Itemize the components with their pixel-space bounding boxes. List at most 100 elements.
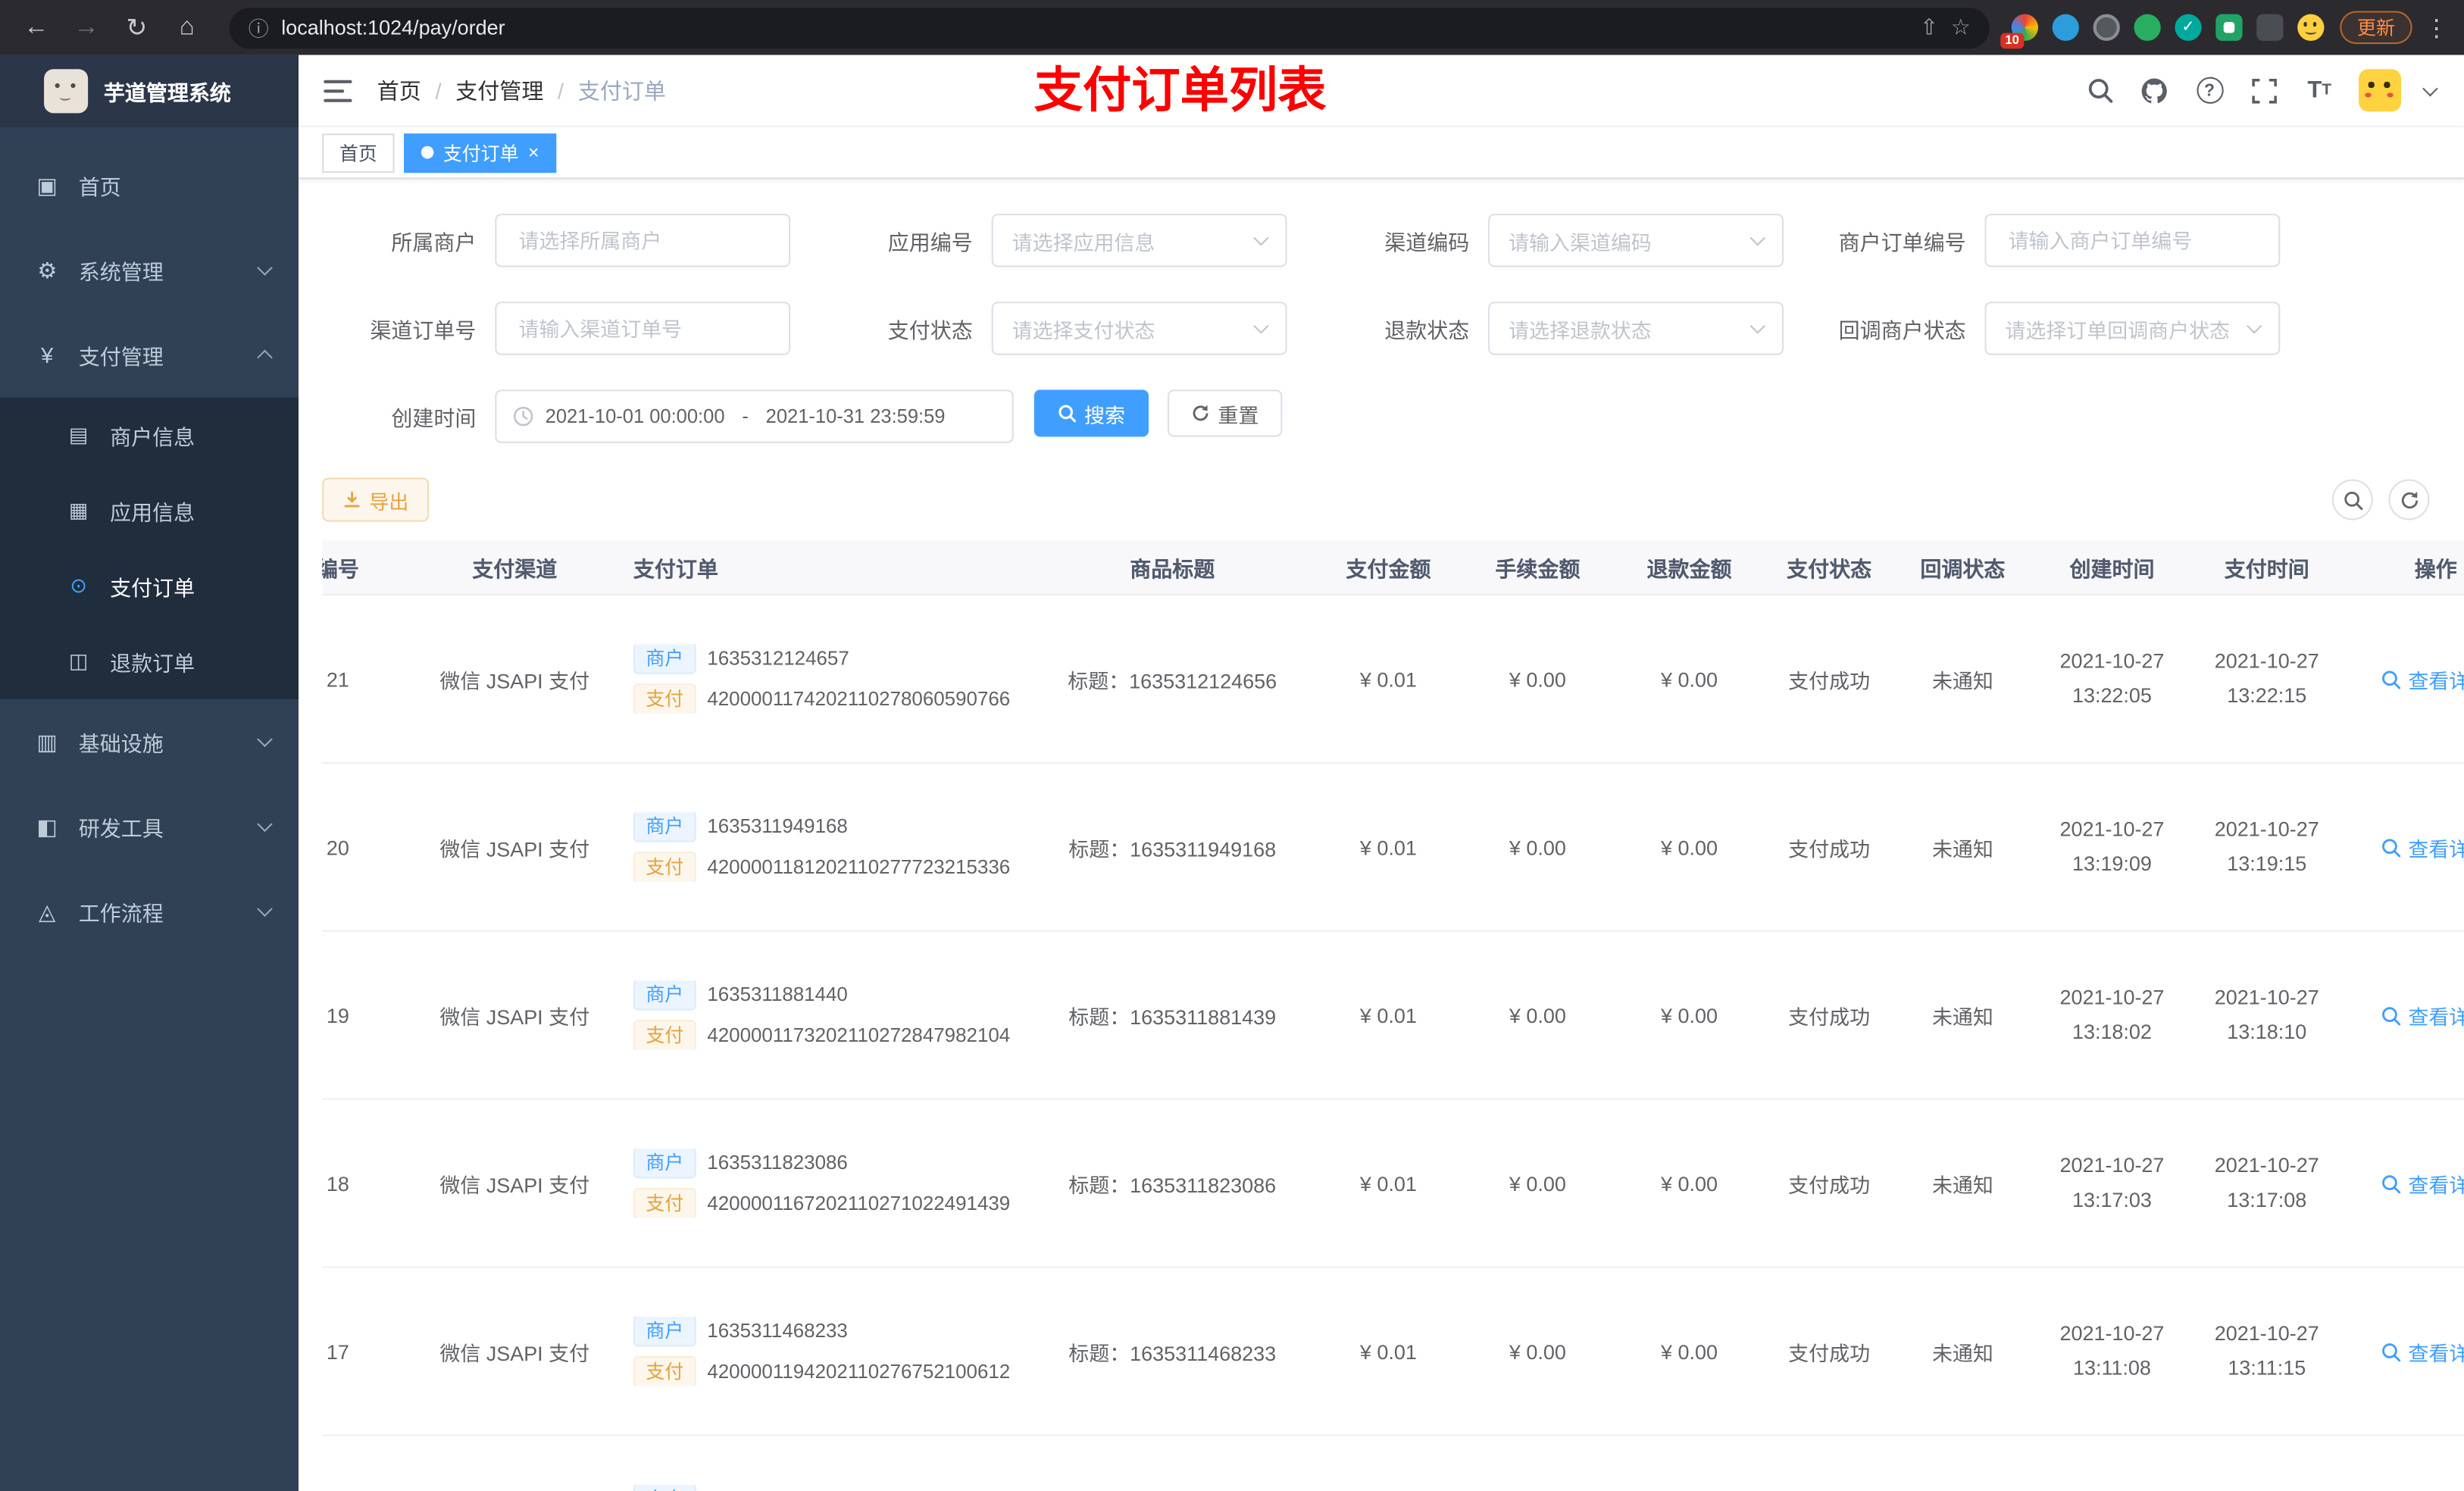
sidebar-item-dev-tools[interactable]: ◧ 研发工具 xyxy=(0,784,299,869)
view-detail-link[interactable]: 查看详情 xyxy=(2381,832,2464,861)
sidebar-item-refund-order[interactable]: ◫ 退款订单 xyxy=(0,624,299,699)
fullscreen-icon[interactable] xyxy=(2249,75,2280,106)
channel-code-select[interactable]: 请输入渠道编码 xyxy=(1488,214,1784,267)
date-separator: - xyxy=(742,405,749,428)
extension-icon[interactable] xyxy=(2052,14,2079,41)
url-text[interactable]: localhost:1024/pay/order xyxy=(281,16,1907,39)
breadcrumb-payment[interactable]: 支付管理 xyxy=(455,75,543,106)
refund-amount: ¥ 0.00 xyxy=(1661,1171,1718,1196)
sidebar-collapse-icon[interactable] xyxy=(324,79,352,102)
export-button[interactable]: 导出 xyxy=(322,477,430,522)
extension-icon[interactable] xyxy=(2215,14,2243,41)
view-detail-link[interactable]: 查看详情 xyxy=(2381,1168,2464,1198)
table-body: 21 微信 JSAPI 支付 商户 1635312124657 支付 42000… xyxy=(322,595,2464,1491)
address-bar[interactable]: ⓘ localhost:1024/pay/order ⇧ ☆ xyxy=(229,7,1990,48)
sidebar-item-app-info[interactable]: ▦ 应用信息 xyxy=(0,473,299,549)
extension-icon[interactable]: 10 xyxy=(2000,14,2038,49)
owner-merchant-input[interactable] xyxy=(495,214,791,267)
extension-icon[interactable] xyxy=(2093,14,2120,41)
profile-avatar-icon[interactable] xyxy=(2297,14,2325,41)
user-avatar[interactable] xyxy=(2359,69,2402,112)
search-button[interactable]: 搜索 xyxy=(1033,389,1149,437)
app-logo[interactable]: 芋道管理系统 xyxy=(0,55,299,127)
view-detail-link[interactable]: 查看详情 xyxy=(2381,1336,2464,1366)
toggle-search-icon[interactable] xyxy=(2331,479,2373,520)
merchant-tag: 商户 xyxy=(633,980,696,1011)
pay-status-select[interactable]: 请选择支付状态 xyxy=(991,302,1287,355)
extension-icon[interactable]: ✓ xyxy=(2175,14,2202,41)
tab-label: 支付订单 xyxy=(442,142,519,164)
search-icon[interactable] xyxy=(2084,75,2115,106)
reload-icon[interactable]: ↻ xyxy=(116,7,157,48)
pay-time: 13:17:08 xyxy=(2227,1187,2307,1212)
browser-toolbar: ← → ↻ ⌂ ⓘ localhost:1024/pay/order ⇧ ☆ 1… xyxy=(0,0,2464,55)
active-tab-dot xyxy=(421,145,434,159)
view-detail-link[interactable]: 查看详情 xyxy=(2381,664,2464,693)
help-icon[interactable]: ? xyxy=(2194,75,2225,106)
breadcrumb-separator: / xyxy=(558,77,564,103)
refund-status-select[interactable]: 请选择退款状态 xyxy=(1488,302,1784,355)
app-no-select[interactable]: 请选择应用信息 xyxy=(991,214,1287,267)
select-placeholder: 请选择订单回调商户状态 xyxy=(2005,317,2231,342)
col-header-channel: 支付渠道 xyxy=(472,558,558,582)
extensions-pin-icon[interactable] xyxy=(2256,14,2284,41)
filter-row-2: 渠道订单号 支付状态 请选择支付状态 退款状态 请选择退款状态 xyxy=(322,302,2464,355)
merchant-order-no-field[interactable] xyxy=(2005,227,2260,254)
fee-amount: ¥ 0.00 xyxy=(1509,1339,1566,1364)
reset-button[interactable]: 重置 xyxy=(1168,389,1283,437)
pay-date: 2021-10-27 xyxy=(2214,1152,2319,1177)
filter-label: 渠道订单号 xyxy=(370,319,477,343)
logo-avatar xyxy=(44,69,89,114)
browser-update-button[interactable]: 更新 xyxy=(2340,11,2412,45)
channel-order-no-field[interactable] xyxy=(515,314,771,342)
pay-status: 支付成功 xyxy=(1788,836,1871,861)
page-title-annotation: 支付订单列表 xyxy=(1033,62,1327,118)
tab-home[interactable]: 首页 xyxy=(322,133,395,173)
sidebar-item-merchant-info[interactable]: ▤ 商户信息 xyxy=(0,398,299,474)
sidebar-item-system[interactable]: ⚙ 系统管理 xyxy=(0,228,299,313)
notify-status-select[interactable]: 请选择订单回调商户状态 xyxy=(1984,302,2281,355)
sidebar-item-workflow[interactable]: ◬ 工作流程 xyxy=(0,869,299,954)
merchant-order-no-input[interactable] xyxy=(1984,214,2281,267)
browser-menu-icon[interactable]: ⋮ xyxy=(2425,14,2448,42)
search-button-label: 搜索 xyxy=(1084,402,1126,427)
sidebar-item-home[interactable]: ▣ 首页 xyxy=(0,143,299,228)
channel-order-no-input[interactable] xyxy=(495,302,791,355)
view-detail-link[interactable]: 查看详情 xyxy=(2381,1000,2464,1030)
sidebar-item-pay-order[interactable]: ⊙ 支付订单 xyxy=(0,549,299,624)
create-time-range-picker[interactable]: 2021-10-01 00:00:00 - 2021-10-31 23:59:5… xyxy=(495,389,1014,443)
pay-time: 13:19:15 xyxy=(2227,852,2307,876)
infrastructure-icon: ▥ xyxy=(36,728,58,754)
notify-status: 未通知 xyxy=(1931,1341,1993,1365)
extension-icon[interactable] xyxy=(2134,14,2161,41)
chevron-down-icon xyxy=(2246,318,2262,334)
pay-date: 2021-10-27 xyxy=(2214,649,2319,673)
home-icon[interactable]: ⌂ xyxy=(167,7,208,48)
site-info-icon[interactable]: ⓘ xyxy=(249,13,269,42)
github-icon[interactable] xyxy=(2139,75,2170,106)
sidebar-item-infrastructure[interactable]: ▥ 基础设施 xyxy=(0,699,299,784)
breadcrumb: 首页 / 支付管理 / 支付订单 xyxy=(377,75,666,106)
bookmark-star-icon[interactable]: ☆ xyxy=(1951,14,1971,41)
close-icon[interactable]: × xyxy=(528,143,539,162)
pay-tag: 支付 xyxy=(633,1020,696,1050)
chevron-down-icon xyxy=(257,731,273,748)
owner-merchant-field[interactable] xyxy=(515,227,771,254)
tabs-bar: 首页 支付订单 × xyxy=(299,127,2464,180)
share-icon[interactable]: ⇧ xyxy=(1920,14,1938,41)
merchant-order-no: 1635311357363 xyxy=(707,1488,848,1491)
refresh-icon[interactable] xyxy=(2388,479,2430,520)
tab-pay-order[interactable]: 支付订单 × xyxy=(404,133,557,173)
sidebar-item-label: 支付订单 xyxy=(110,577,195,601)
font-size-icon[interactable]: TT xyxy=(2303,75,2334,106)
pay-amount: ¥ 0.01 xyxy=(1359,835,1417,859)
sidebar-item-label: 研发工具 xyxy=(78,817,164,841)
user-menu-caret-icon[interactable] xyxy=(2422,80,2438,96)
breadcrumb-home[interactable]: 首页 xyxy=(377,75,421,106)
forward-icon[interactable]: → xyxy=(66,7,107,48)
product-title: 标题：1635311949168 xyxy=(1068,836,1277,861)
sidebar-item-payment[interactable]: ¥ 支付管理 xyxy=(0,313,299,398)
channel-pay-no: 4200001194202110276752100612 xyxy=(707,1361,1011,1383)
pay-amount: ¥ 0.01 xyxy=(1359,1171,1417,1196)
back-icon[interactable]: ← xyxy=(16,7,57,48)
